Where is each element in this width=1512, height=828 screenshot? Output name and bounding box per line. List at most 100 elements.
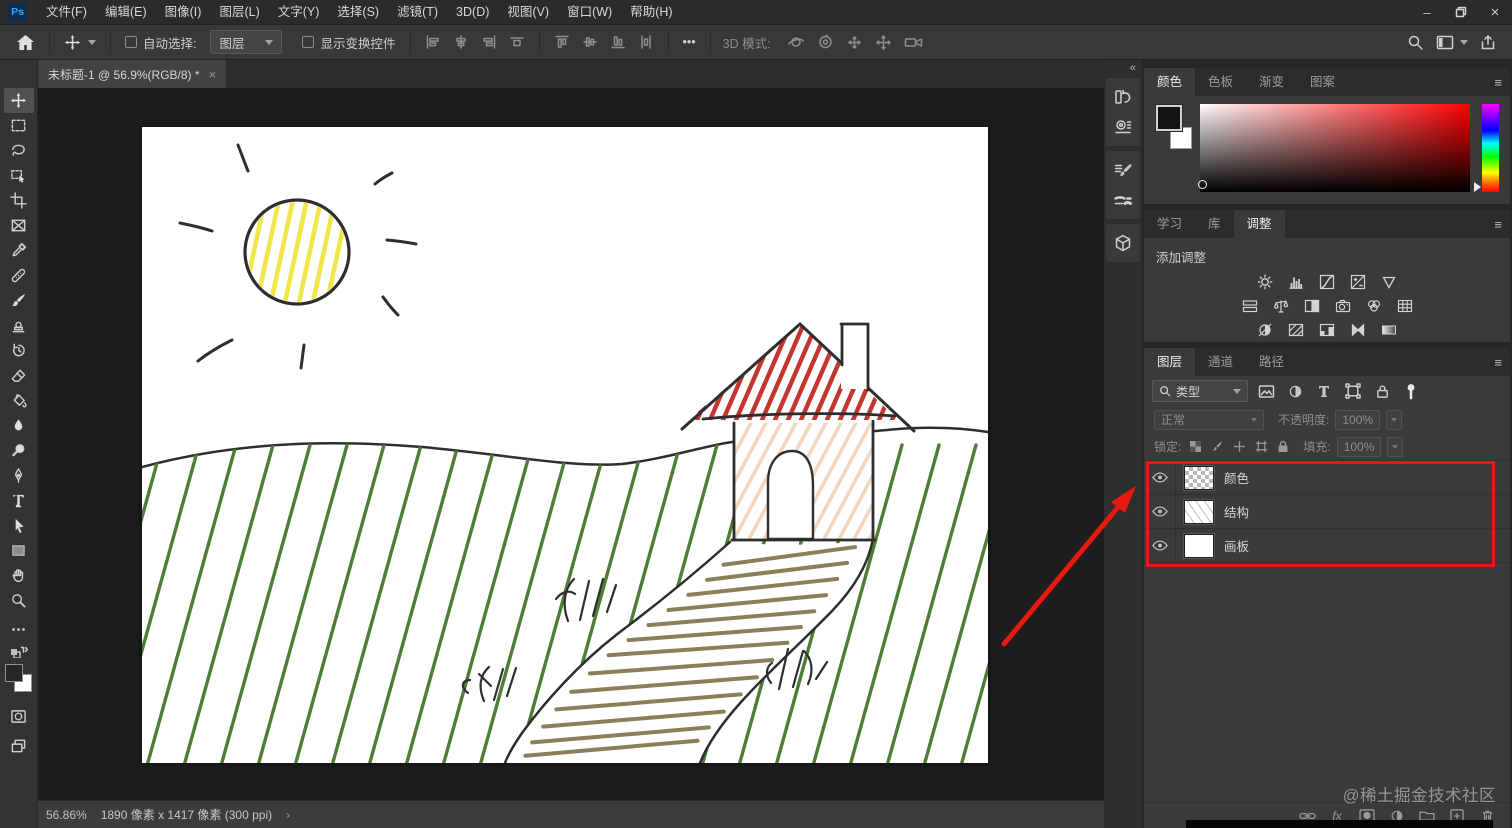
align-bottom-button[interactable] [604,28,632,56]
tool-blur[interactable] [4,413,34,438]
tool-eyedropper[interactable] [4,238,34,263]
artboard[interactable] [140,127,990,765]
hue-saturation-icon[interactable] [1239,297,1261,315]
layer-filter-type-dropdown[interactable]: 类型 [1152,380,1248,402]
align-right-button[interactable] [475,28,503,56]
color-balance-icon[interactable] [1270,297,1292,315]
tool-type[interactable] [4,488,34,513]
tool-rectangle[interactable] [4,538,34,563]
hue-strip[interactable] [1482,104,1499,192]
search-button[interactable] [1401,28,1430,56]
minimize-button[interactable]: – [1410,0,1444,25]
tab-paths[interactable]: 路径 [1246,348,1297,376]
pixel-layer-filter-icon[interactable] [1255,381,1277,401]
brushes-panel-button[interactable] [1108,185,1138,215]
document-tab[interactable]: 未标题-1 @ 56.9%(RGB/8) * × [38,60,227,88]
type-layer-filter-icon[interactable] [1313,381,1335,401]
blend-mode-dropdown[interactable]: 正常 [1154,409,1264,430]
menu-view[interactable]: 视图(V) [498,0,558,25]
more-options-button[interactable]: ••• [677,28,702,56]
levels-icon[interactable] [1285,273,1307,291]
collapse-panels-icon[interactable]: « [1130,60,1142,78]
menu-select[interactable]: 选择(S) [328,0,388,25]
lock-paint-icon[interactable] [1209,439,1225,455]
tool-move[interactable] [3,88,34,113]
tool-object-selection[interactable] [4,163,34,188]
panel-menu-icon[interactable]: ≡ [1494,217,1502,232]
posterize-icon[interactable] [1285,321,1307,339]
lock-artboard-icon[interactable] [1253,439,1269,455]
selective-color-icon[interactable] [1347,321,1369,339]
3d-panel-button[interactable] [1108,228,1138,258]
opacity-field[interactable]: 100% [1335,409,1381,430]
tab-adjustments[interactable]: 调整 [1233,210,1285,238]
menu-type[interactable]: 文字(Y) [269,0,329,25]
black-white-icon[interactable] [1301,297,1323,315]
channel-mixer-icon[interactable] [1363,297,1385,315]
quick-mask-button[interactable] [4,704,34,729]
distribute-v-button[interactable] [632,28,660,56]
fill-field[interactable]: 100% [1336,436,1382,457]
gradient-map-icon[interactable] [1378,321,1400,339]
adjustment-layer-filter-icon[interactable] [1284,381,1306,401]
tab-patterns[interactable]: 图案 [1297,68,1348,96]
menu-window[interactable]: 窗口(W) [558,0,621,25]
zoom-level[interactable]: 56.86% [46,808,87,822]
tab-libraries[interactable]: 库 [1195,210,1234,238]
tool-lasso[interactable] [4,138,34,163]
hue-slider-handle[interactable] [1474,182,1481,192]
fill-dropdown[interactable] [1387,436,1404,457]
properties-panel-button[interactable] [1108,112,1138,142]
tool-pen[interactable] [4,463,34,488]
auto-select-target-dropdown[interactable]: 图层 [210,30,283,54]
tab-layers[interactable]: 图层 [1144,348,1196,376]
tab-learn[interactable]: 学习 [1144,210,1195,238]
menu-layer[interactable]: 图层(L) [210,0,268,25]
invert-icon[interactable] [1254,321,1276,339]
menu-file[interactable]: 文件(F) [37,0,96,25]
photo-filter-icon[interactable] [1332,297,1354,315]
menu-3d[interactable]: 3D(D) [447,0,498,25]
align-h-center-button[interactable] [447,28,475,56]
lock-transparent-icon[interactable] [1187,439,1203,455]
3d-orbit-button[interactable] [781,28,811,56]
tool-frame[interactable] [4,213,34,238]
tool-spot-healing-brush[interactable] [4,263,34,288]
tool-zoom[interactable] [4,588,34,613]
tab-color[interactable]: 颜色 [1144,68,1196,96]
color-lookup-icon[interactable] [1394,297,1416,315]
tool-hand[interactable] [4,563,34,588]
curves-icon[interactable] [1316,273,1338,291]
move-tool-option[interactable] [58,28,102,56]
tool-history-brush[interactable] [4,338,34,363]
tab-gradients[interactable]: 渐变 [1246,68,1297,96]
distribute-h-button[interactable] [503,28,531,56]
smart-object-filter-icon[interactable] [1371,381,1393,401]
3d-roll-button[interactable] [811,28,840,56]
align-top-button[interactable] [548,28,576,56]
panel-menu-icon[interactable]: ≡ [1494,355,1502,370]
tab-close-icon[interactable]: × [209,67,217,82]
color-field[interactable] [1198,104,1470,192]
menu-image[interactable]: 图像(I) [156,0,211,25]
canvas-area[interactable] [38,88,1104,800]
restore-button[interactable] [1444,0,1478,25]
tool-eraser[interactable] [4,363,34,388]
opacity-dropdown[interactable] [1386,409,1403,430]
share-button[interactable] [1474,28,1502,56]
3d-pan-button[interactable] [840,28,869,56]
tool-rectangular-marquee[interactable] [4,113,34,138]
panel-menu-icon[interactable]: ≡ [1494,75,1502,90]
show-transform-checkbox[interactable]: 显示变换控件 [296,28,401,56]
align-v-center-button[interactable] [576,28,604,56]
history-panel-button[interactable] [1108,82,1138,112]
align-left-button[interactable] [419,28,447,56]
exposure-icon[interactable] [1347,273,1369,291]
lock-all-icon[interactable] [1275,439,1291,455]
foreground-background-swatches[interactable] [4,662,34,696]
foreground-color-swatch[interactable] [4,664,23,682]
edit-toolbar-button[interactable] [4,617,34,642]
3d-slide-button[interactable] [869,28,898,56]
tool-dodge[interactable] [4,438,34,463]
menu-edit[interactable]: 编辑(E) [96,0,156,25]
